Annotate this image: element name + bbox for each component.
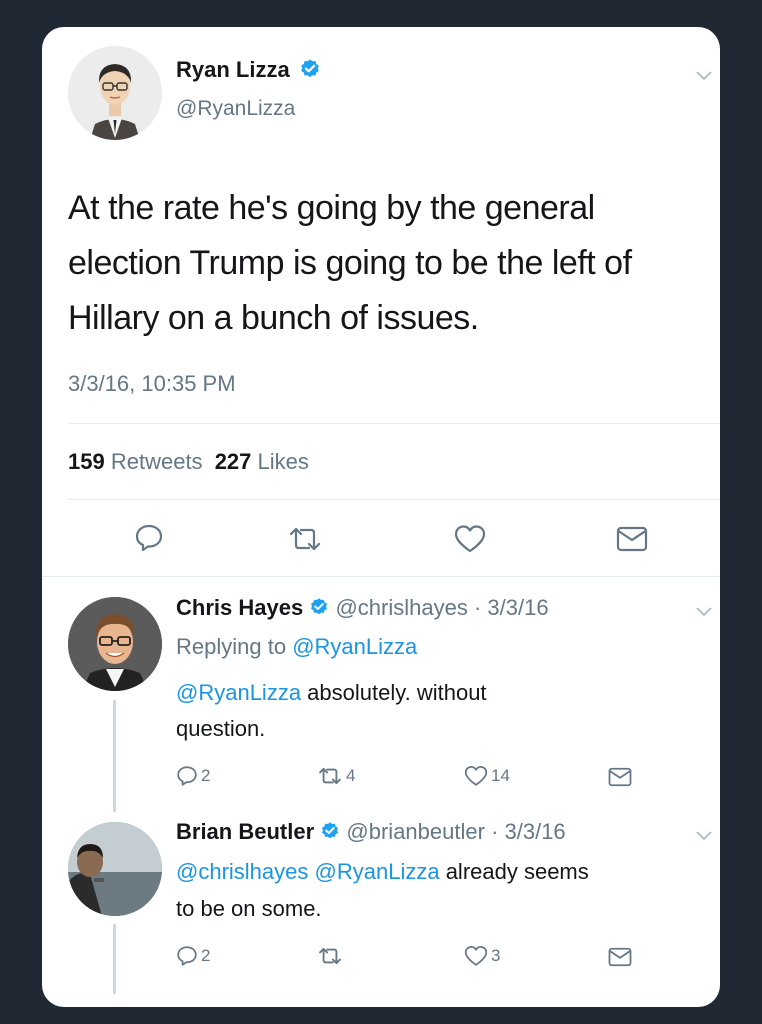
thread-line [113,700,116,812]
reply-action[interactable]: 2 [176,765,210,787]
avatar[interactable] [68,597,162,691]
avatar[interactable] [68,46,162,140]
reply-text-part: absolutely. without [301,680,487,705]
verified-badge-icon [311,598,328,615]
chevron-down-icon[interactable] [696,831,712,841]
author-line: Ryan Lizza [176,57,321,83]
retweet-action[interactable] [317,946,343,966]
reply-text-line: question. [176,716,266,741]
likes-label: Likes [257,449,309,474]
like-icon[interactable] [454,524,486,554]
author-name[interactable]: Chris Hayes [176,595,303,620]
like-icon [464,765,488,786]
message-icon[interactable] [608,767,632,787]
reply-icon [177,946,197,966]
verified-badge-icon [322,822,339,839]
tweet-timestamp[interactable]: 3/3/16, 10:35 PM [68,371,236,397]
likes-count: 227 [214,449,252,474]
tweet-text-line: Hillary on a bunch of issues. [68,299,479,337]
message-icon[interactable] [616,526,648,552]
reply-header: Chris Hayes @chrislhayes · 3/3/16 [176,595,549,621]
retweet-icon [319,767,341,785]
retweet-action[interactable]: 4 [317,766,355,786]
chevron-down-icon[interactable] [696,71,712,81]
author-handle[interactable]: @brianbeutler [346,819,485,844]
author-name[interactable]: Brian Beutler [176,819,314,844]
message-icon[interactable] [608,947,632,967]
reply-count: 2 [201,766,211,785]
reply-count: 2 [201,946,211,965]
reply-action[interactable]: 2 [176,945,210,967]
retweets-count: 159 [68,449,105,474]
mention-link[interactable]: @chrislhayes [176,859,308,884]
replying-label: Replying to [176,634,287,659]
reply-text-part: already seems [439,859,589,884]
mention-link[interactable]: @RyanLizza [315,859,440,884]
tweet-text-line: election Trump is going to be the left o… [68,244,632,282]
mention-link[interactable]: @RyanLizza [176,680,301,705]
likes-stat[interactable]: 227 Likes [215,449,309,474]
divider [42,576,720,577]
reply-icon [177,766,197,786]
retweet-icon[interactable] [287,525,323,553]
like-count: 14 [491,766,510,785]
replying-to: Replying to @RyanLizza [176,634,417,660]
like-action[interactable]: 14 [464,765,510,787]
divider [68,499,720,500]
tweet-stats: 159 Retweets 227 Likes [68,449,309,475]
chevron-down-icon[interactable] [696,607,712,617]
reply-date[interactable]: · 3/3/16 [491,819,566,844]
like-icon [464,945,488,966]
reply-icon[interactable] [134,523,164,553]
author-name[interactable]: Ryan Lizza [176,57,290,82]
reply-text: @RyanLizza absolutely. without question. [176,675,487,747]
author-handle[interactable]: @chrislhayes [335,595,467,620]
divider [68,423,720,424]
avatar[interactable] [68,822,162,916]
author-handle[interactable]: @RyanLizza [176,97,295,121]
reply-date[interactable]: · 3/3/16 [474,595,549,620]
retweets-stat[interactable]: 159 Retweets [68,449,209,474]
reply-header: Brian Beutler @brianbeutler · 3/3/16 [176,819,566,845]
like-action[interactable]: 3 [464,945,500,967]
thread-line [113,924,116,994]
mention-link[interactable]: @RyanLizza [292,634,417,659]
verified-badge-icon [301,59,319,78]
reply-text-line: to be on some. [176,896,322,921]
retweet-icon [319,947,341,965]
retweets-label: Retweets [110,449,203,474]
like-count: 3 [491,946,501,965]
tweet-text-line: At the rate he's going by the general [68,189,595,227]
tweet-text: At the rate he's going by the general el… [68,181,632,346]
retweet-count: 4 [346,766,356,785]
reply-text: @chrislhayes @RyanLizza already seems to… [176,853,589,927]
tweet-card: Ryan Lizza @RyanLizza At the rate he's g… [42,27,720,1007]
